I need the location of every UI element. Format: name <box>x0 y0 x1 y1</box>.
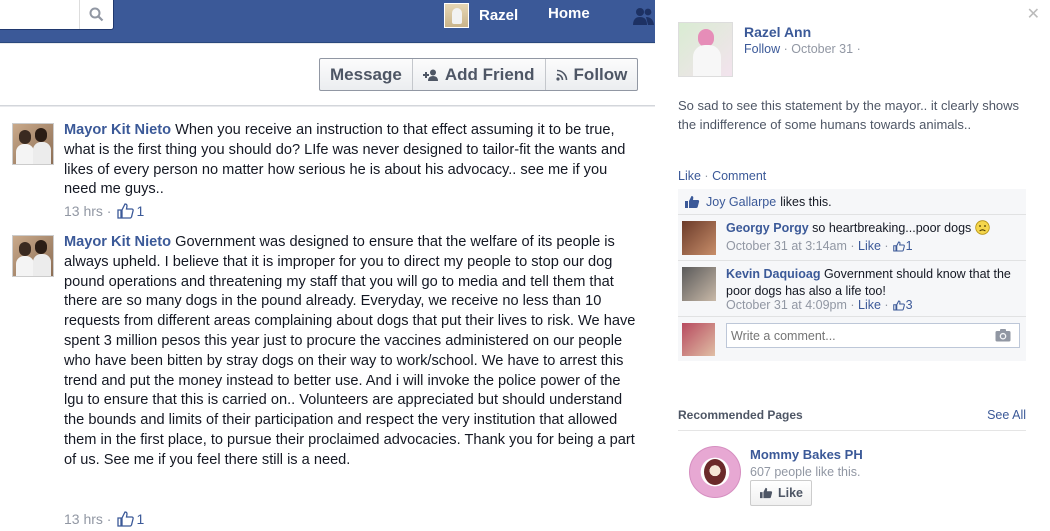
commenter-avatar[interactable] <box>12 235 54 277</box>
post-caption: So sad to see this statement by the mayo… <box>678 98 1020 132</box>
thumbs-up-icon <box>892 299 905 311</box>
write-comment-row <box>678 317 1026 361</box>
divider <box>678 430 1026 431</box>
comment-link[interactable]: Comment <box>712 169 766 183</box>
top-navigation-bar: Razel Home <box>0 0 655 43</box>
current-user-avatar <box>682 323 715 356</box>
post-author-avatar[interactable] <box>678 22 733 77</box>
comment-text: Government was designed to ensure that t… <box>64 234 636 468</box>
search-input[interactable] <box>0 0 114 30</box>
photo-post-panel: ✕ Razel Ann Follow · October 31 · So sad… <box>655 0 1050 531</box>
recommended-page-link[interactable]: Mommy Bakes PH <box>750 447 863 462</box>
reply-avatar[interactable] <box>682 221 716 255</box>
see-all-link[interactable]: See All <box>987 408 1026 422</box>
liker-link[interactable]: Joy Gallarpe <box>706 195 776 209</box>
close-icon[interactable]: ✕ <box>1027 4 1040 24</box>
follow-label: Follow <box>573 64 628 84</box>
add-friend-icon <box>422 69 438 81</box>
comment-author-link[interactable]: Mayor Kit Nieto <box>64 234 171 250</box>
reply-avatar[interactable] <box>682 267 716 301</box>
home-link[interactable]: Home <box>548 5 590 22</box>
camera-icon[interactable] <box>995 328 1011 342</box>
post-date[interactable]: October 31 <box>791 42 853 56</box>
reply-like-count[interactable]: 1 <box>906 239 913 253</box>
likes-summary: Joy Gallarpe likes this. <box>678 189 1026 215</box>
reply-author-link[interactable]: Georgy Porgy <box>726 221 809 235</box>
reply-body: Georgy Porgy so heartbreaking...poor dog… <box>726 220 1021 237</box>
comment-body: Mayor Kit Nieto Government was designed … <box>64 233 636 471</box>
comment-meta: 13 hrs · 1 <box>64 511 145 527</box>
reply-like-count[interactable]: 3 <box>906 298 913 312</box>
page-like-button[interactable]: Like <box>750 480 813 506</box>
commenter-avatar[interactable] <box>12 123 54 165</box>
comment-list: Mayor Kit Nieto When you receive an inst… <box>0 107 655 531</box>
message-button[interactable]: Message <box>320 59 412 90</box>
thumbs-up-icon <box>117 203 135 219</box>
recommended-pages-title: Recommended Pages <box>678 408 803 422</box>
user-name: Razel <box>479 6 519 24</box>
comment-meta: 13 hrs · 1 <box>64 203 145 219</box>
comment-author-link[interactable]: Mayor Kit Nieto <box>64 122 171 138</box>
write-comment-input[interactable] <box>726 323 1020 348</box>
post-author-link[interactable]: Razel Ann <box>744 24 811 40</box>
recommended-pages-header: Recommended Pages See All <box>678 408 1026 422</box>
comment-body: Mayor Kit Nieto When you receive an inst… <box>64 121 636 200</box>
follow-button[interactable]: Follow <box>544 59 638 90</box>
search-icon <box>89 7 104 22</box>
like-link[interactable]: Like <box>678 169 701 183</box>
likes-suffix: likes this. <box>780 194 832 209</box>
comment-like-count[interactable]: 1 <box>114 203 144 219</box>
comment-like-count[interactable]: 1 <box>114 511 144 527</box>
page-like-label: Like <box>778 486 804 500</box>
profile-actions: Message Add Friend Follow <box>319 58 639 91</box>
add-friend-label: Add Friend <box>444 64 535 84</box>
reply-author-link[interactable]: Kevin Daquioag <box>726 267 820 281</box>
post-feedback-box: Joy Gallarpe likes this. Georgy Porgy so… <box>678 189 1026 361</box>
message-label: Message <box>330 64 402 84</box>
reply-meta: October 31 at 4:09pm · Like · 3 <box>726 298 913 312</box>
reply-like-link[interactable]: Like <box>858 298 881 312</box>
comment-timestamp[interactable]: 13 hrs <box>64 511 103 527</box>
reply-text: so heartbreaking...poor dogs <box>812 221 972 235</box>
page-like-count: 607 people like this. <box>750 465 861 479</box>
reply-item: Kevin Daquioag Government should know th… <box>678 261 1026 317</box>
reply-like-link[interactable]: Like <box>858 239 881 253</box>
friend-requests-icon[interactable] <box>632 6 654 26</box>
thumbs-up-icon <box>892 240 905 252</box>
page-logo[interactable] <box>689 446 741 498</box>
reply-item: Georgy Porgy so heartbreaking...poor dog… <box>678 215 1026 261</box>
reply-timestamp[interactable]: October 31 at 3:14am <box>726 239 847 253</box>
post-actions: Like · Comment <box>678 169 767 183</box>
reply-timestamp[interactable]: October 31 at 4:09pm <box>726 298 847 312</box>
thumbs-up-icon <box>117 511 135 527</box>
profile-action-bar: Message Add Friend Follow <box>0 44 655 106</box>
user-profile-link[interactable]: Razel <box>444 2 518 28</box>
post-follow-link[interactable]: Follow <box>744 42 780 56</box>
rss-follow-icon <box>555 69 567 81</box>
profile-background: Razel Home Message Add Friend Follow May… <box>0 0 655 531</box>
sad-face-emoticon-icon <box>975 220 990 235</box>
thumbs-up-icon <box>760 487 773 499</box>
reply-meta: October 31 at 3:14am · Like · 1 <box>726 239 913 253</box>
user-avatar <box>444 2 469 28</box>
add-friend-button[interactable]: Add Friend <box>411 59 545 90</box>
post-subline: Follow · October 31 · <box>744 42 861 56</box>
reply-body: Kevin Daquioag Government should know th… <box>726 266 1021 299</box>
search-button[interactable] <box>79 0 113 29</box>
thumbs-up-icon <box>685 195 700 208</box>
comment-timestamp[interactable]: 13 hrs <box>64 203 103 219</box>
